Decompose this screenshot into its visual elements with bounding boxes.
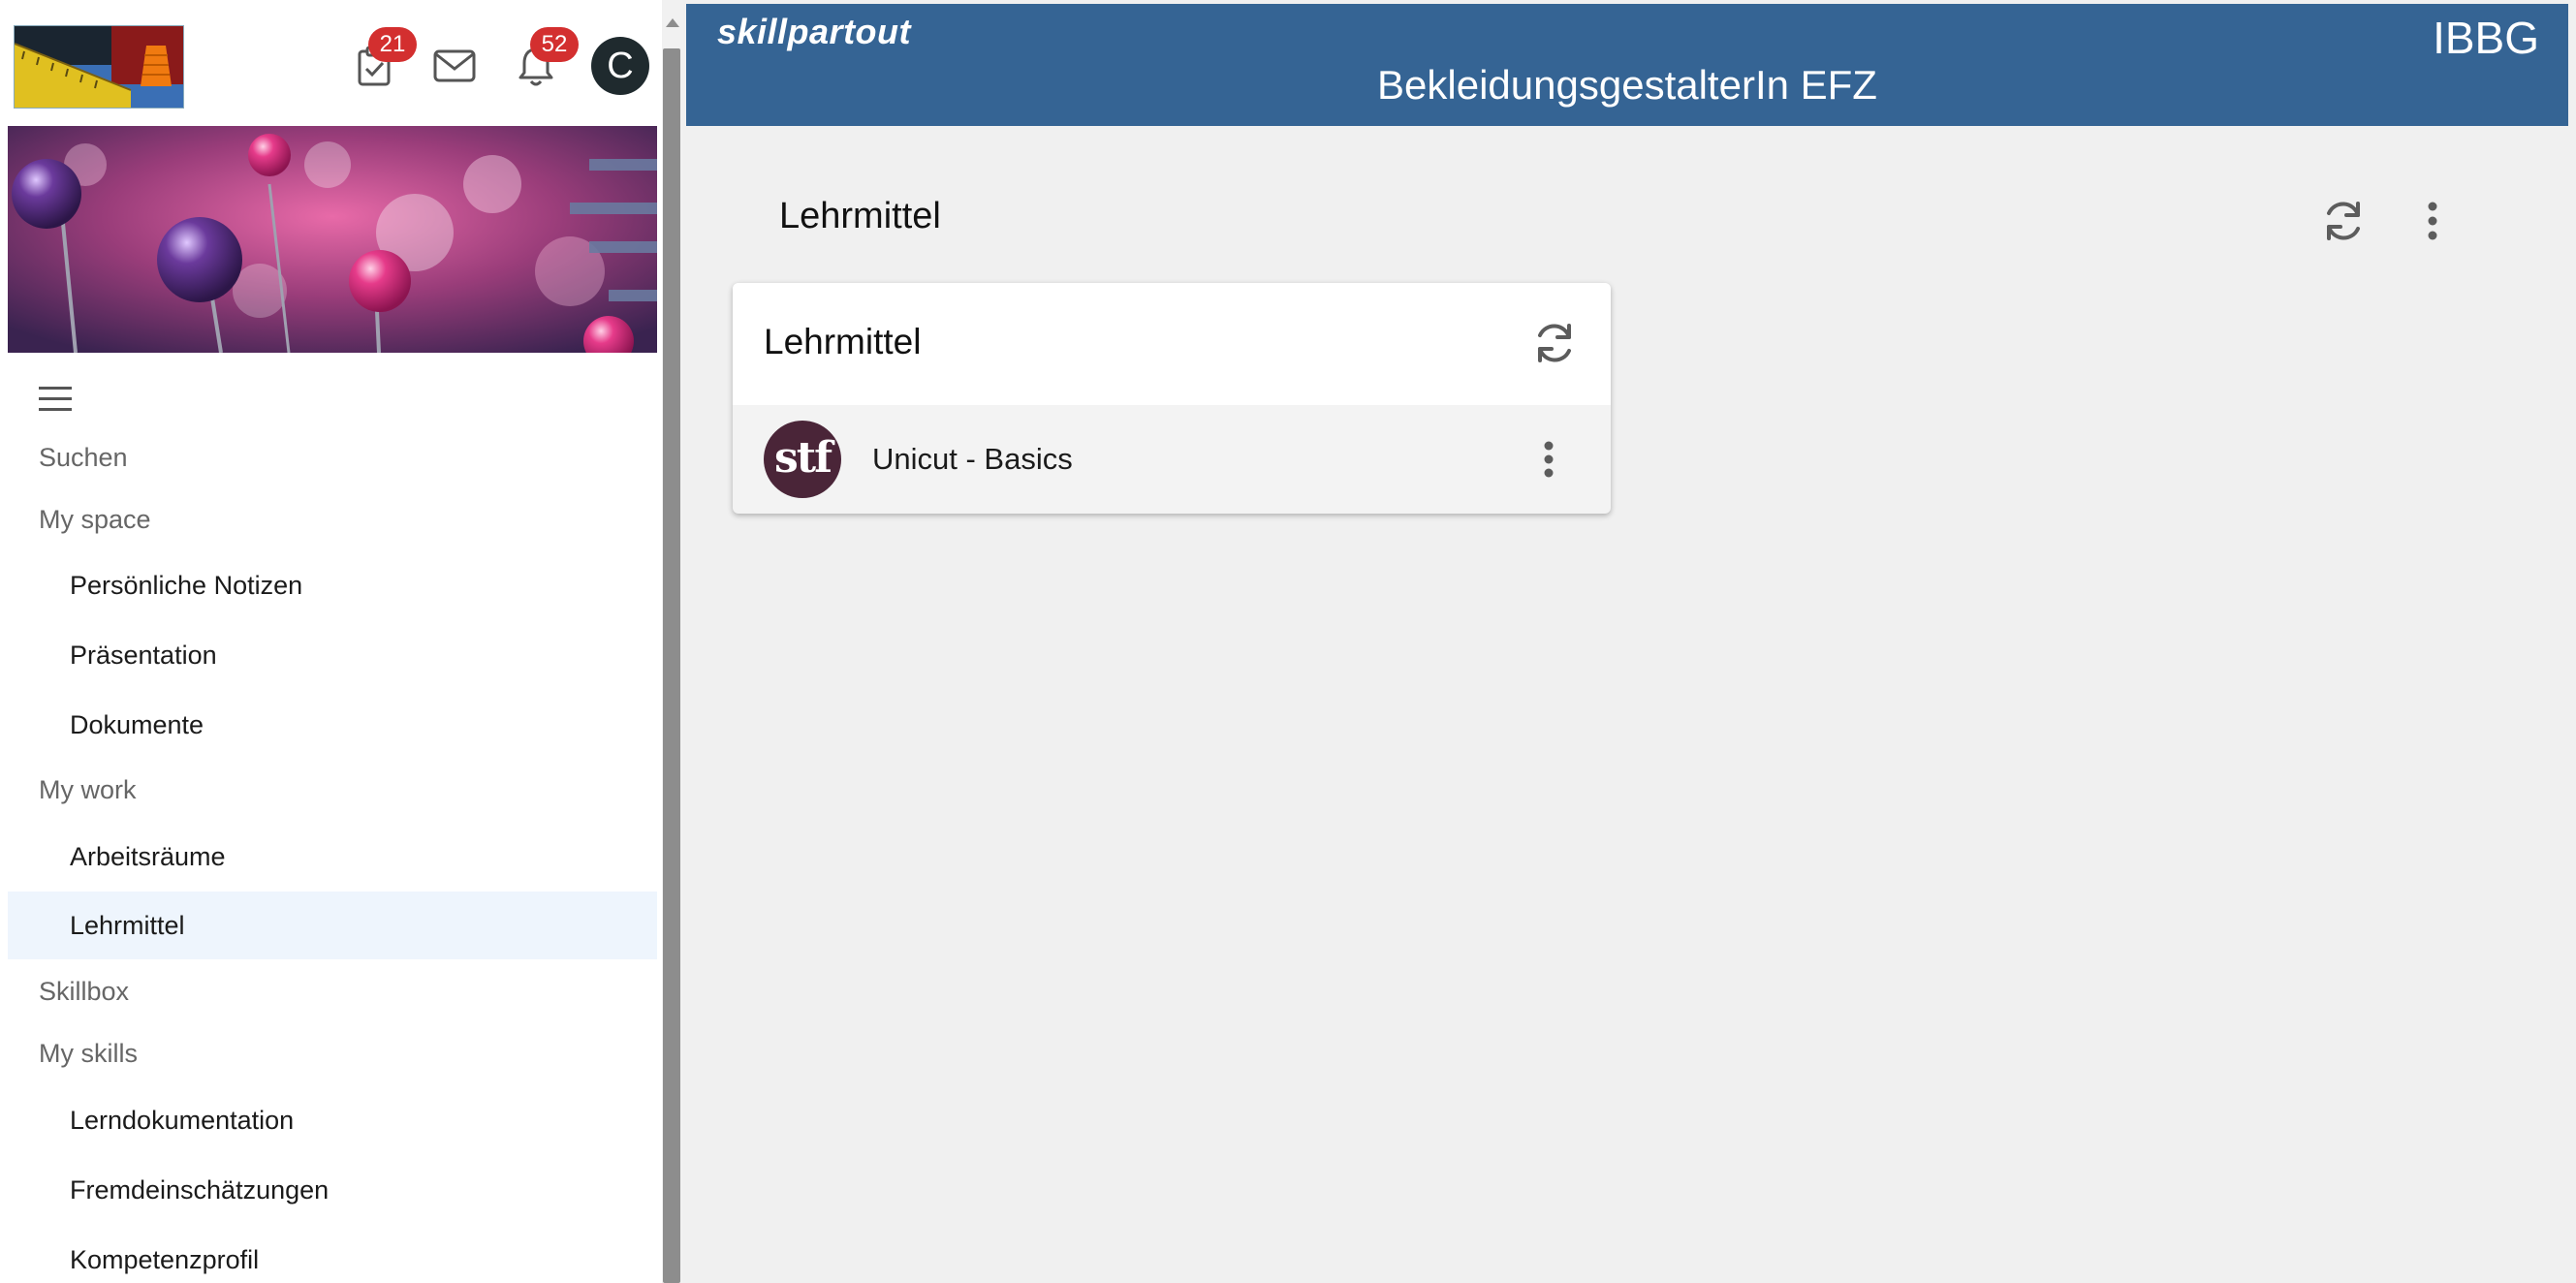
nav-item-lerndokumentation[interactable]: Lerndokumentation bbox=[8, 1086, 657, 1154]
nav-section-my-space[interactable]: My space bbox=[39, 505, 151, 535]
nav-item-praesentation[interactable]: Präsentation bbox=[8, 621, 657, 689]
nav-item-kompetenzprofil[interactable]: Kompetenzprofil bbox=[8, 1226, 657, 1283]
sidebar-scrollbar-thumb[interactable] bbox=[663, 48, 680, 1283]
mail-icon bbox=[433, 49, 476, 82]
nav-item-lehrmittel[interactable]: Lehrmittel bbox=[8, 892, 657, 959]
hamburger-menu-icon[interactable] bbox=[39, 385, 72, 414]
header-title: BekleidungsgestalterIn EFZ bbox=[1377, 62, 1877, 108]
nav-item-dokumente[interactable]: Dokumente bbox=[8, 691, 657, 759]
tasks-badge: 21 bbox=[368, 27, 417, 62]
nav-section-skillbox[interactable]: Skillbox bbox=[39, 977, 129, 1007]
sidebar-topbar: 21 52 C bbox=[0, 0, 662, 124]
nav-section-my-skills[interactable]: My skills bbox=[39, 1039, 138, 1069]
card-refresh-icon[interactable] bbox=[1527, 316, 1582, 370]
sidebar-banner-image bbox=[8, 126, 657, 353]
refresh-icon[interactable] bbox=[2316, 194, 2371, 248]
main-content: skillpartout IBBG BekleidungsgestalterIn… bbox=[683, 0, 2576, 1283]
more-vertical-icon[interactable] bbox=[2413, 194, 2452, 248]
item-more-vertical-icon[interactable] bbox=[1529, 434, 1568, 485]
organization-name: IBBG bbox=[2433, 13, 2539, 63]
item-label[interactable]: Unicut - Basics bbox=[872, 442, 1073, 477]
nav-item-arbeitsraeume[interactable]: Arbeitsräume bbox=[8, 823, 657, 891]
app-header: skillpartout IBBG BekleidungsgestalterIn… bbox=[686, 4, 2568, 126]
sidebar: 21 52 C Suchen My space Persönliche Noti… bbox=[0, 0, 662, 1283]
card-header: Lehrmittel bbox=[733, 283, 1611, 405]
tasks-button[interactable]: 21 bbox=[349, 27, 417, 91]
notifications-button[interactable]: 52 bbox=[511, 27, 579, 91]
nav-item-fremdeinschaetzungen[interactable]: Fremdeinschätzungen bbox=[8, 1156, 657, 1224]
mail-button[interactable] bbox=[429, 41, 480, 91]
brand-logo-text[interactable]: skillpartout bbox=[717, 12, 911, 52]
app-logo[interactable] bbox=[14, 25, 184, 109]
scroll-up-arrow-icon[interactable] bbox=[663, 14, 682, 33]
card-title: Lehrmittel bbox=[764, 322, 922, 361]
notifications-badge: 52 bbox=[530, 27, 579, 62]
list-item[interactable]: stf Unicut - Basics bbox=[733, 405, 1611, 514]
nav-item-persoenliche-notizen[interactable]: Persönliche Notizen bbox=[8, 551, 657, 619]
item-logo: stf bbox=[764, 421, 841, 498]
page-title: Lehrmittel bbox=[779, 196, 941, 236]
lehrmittel-card: Lehrmittel stf Unicut - Basics bbox=[733, 283, 1611, 514]
nav-search[interactable]: Suchen bbox=[39, 443, 128, 473]
avatar[interactable]: C bbox=[591, 37, 649, 95]
nav-section-my-work[interactable]: My work bbox=[39, 775, 137, 805]
